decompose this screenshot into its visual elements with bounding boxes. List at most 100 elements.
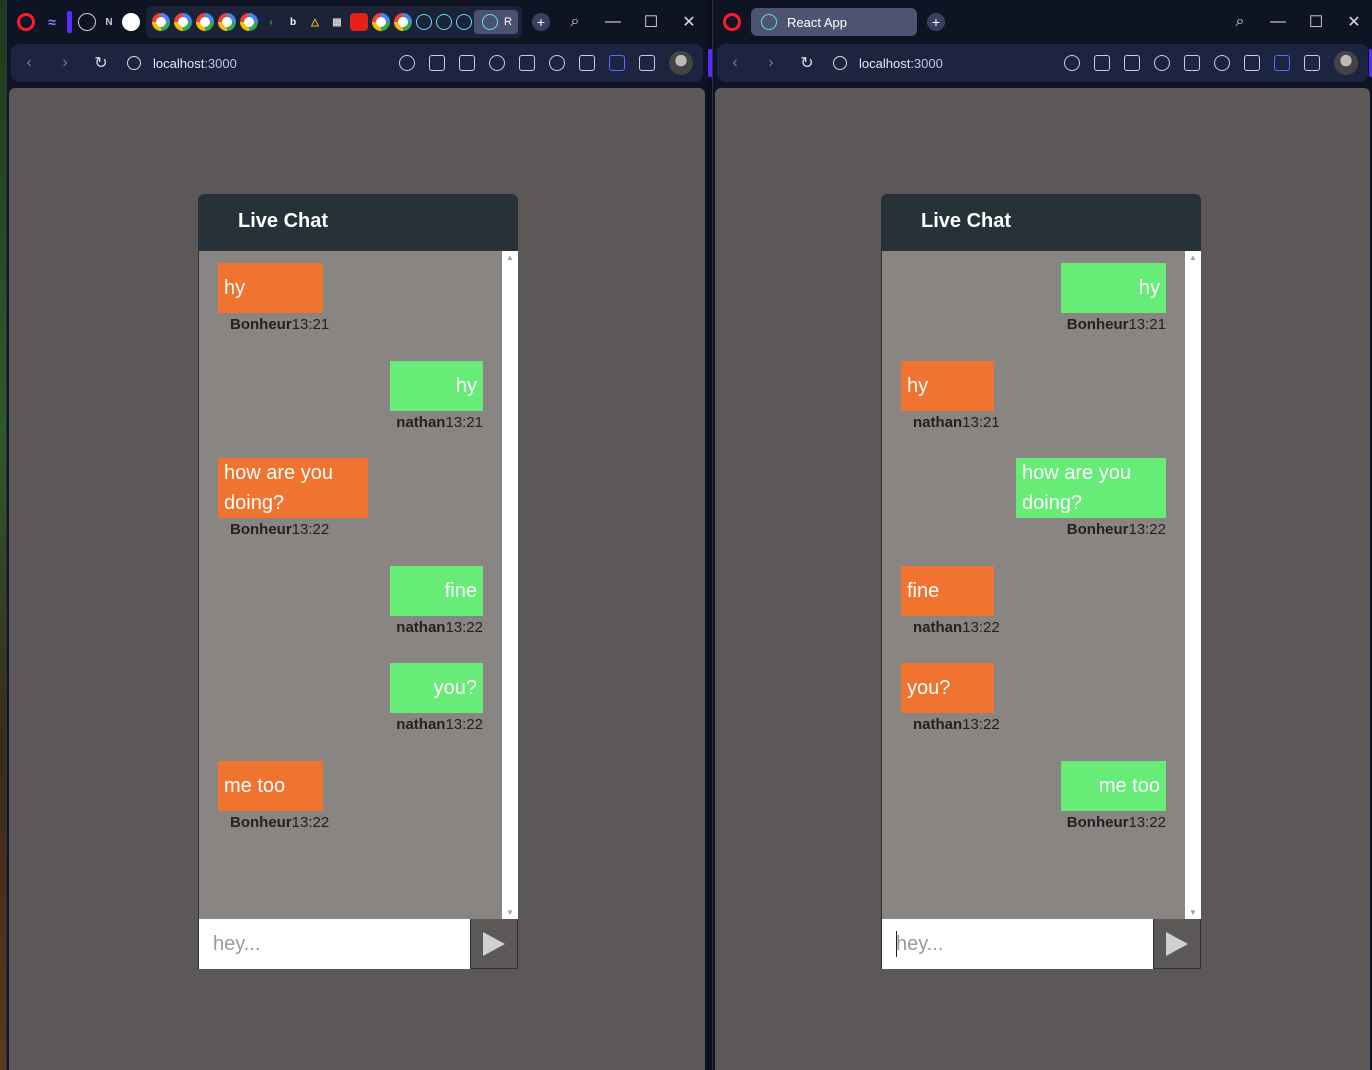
chat-body[interactable]: hy Bonheur13:21 hy nathan13:21 how are y… bbox=[881, 251, 1201, 919]
back-button[interactable]: ‹ bbox=[11, 54, 47, 72]
zoom-icon[interactable] bbox=[399, 55, 415, 71]
sidebar-icon[interactable] bbox=[609, 55, 625, 71]
scroll-down-icon[interactable]: ▼ bbox=[506, 908, 514, 917]
active-tab[interactable]: R bbox=[474, 10, 518, 34]
send-icon[interactable] bbox=[1184, 55, 1200, 71]
react-tab-icon[interactable] bbox=[436, 14, 452, 30]
react-tab-icon[interactable] bbox=[456, 14, 472, 30]
new-tab-button[interactable]: + bbox=[531, 13, 550, 31]
google-tab-icon[interactable] bbox=[196, 13, 214, 31]
message-author: Bonheur bbox=[1066, 521, 1129, 538]
page-viewport: Live Chat hy Bonheur13:21 hy nathan13:21… bbox=[9, 88, 705, 1070]
chat-scrollbar[interactable]: ▲ ▼ bbox=[1185, 251, 1201, 919]
close-button[interactable]: ✕ bbox=[681, 12, 697, 32]
maximize-button[interactable]: ☐ bbox=[643, 12, 659, 32]
notion-tab-icon[interactable]: N bbox=[100, 13, 118, 31]
message-input[interactable] bbox=[882, 919, 1154, 969]
maximize-button[interactable]: ☐ bbox=[1308, 12, 1324, 32]
zoom-icon[interactable] bbox=[1064, 55, 1080, 71]
chat-body[interactable]: hy Bonheur13:21 hy nathan13:21 how are y… bbox=[198, 251, 518, 919]
address-bar: ‹ › ↻ localhost:3000 bbox=[11, 44, 713, 82]
edit-icon[interactable] bbox=[1094, 55, 1110, 71]
message-time: 13:21 bbox=[1128, 316, 1166, 333]
forward-button[interactable]: › bbox=[753, 54, 789, 72]
message-author: Bonheur bbox=[1066, 316, 1129, 333]
google-tab-icon[interactable] bbox=[218, 13, 236, 31]
react-tab-icon[interactable] bbox=[416, 14, 432, 30]
message-item: fine nathan13:22 bbox=[901, 566, 1000, 636]
send-icon[interactable] bbox=[519, 55, 535, 71]
chat-scrollbar[interactable]: ▲ ▼ bbox=[502, 251, 518, 919]
download-icon[interactable] bbox=[1244, 55, 1260, 71]
message-bubble: me too bbox=[218, 761, 323, 811]
bold-b-tab-icon[interactable]: b bbox=[284, 13, 302, 31]
bird-icon[interactable]: ≈ bbox=[43, 13, 61, 31]
settings-icon[interactable] bbox=[1304, 55, 1320, 71]
chatgpt-tab-icon[interactable] bbox=[78, 13, 96, 31]
google-tab-icon[interactable] bbox=[240, 13, 258, 31]
tab-react-app[interactable]: React App bbox=[751, 8, 917, 36]
message-time: 13:22 bbox=[445, 619, 483, 636]
shield-icon[interactable] bbox=[489, 55, 505, 71]
grid-tab-icon[interactable]: ▦ bbox=[328, 13, 346, 31]
profile-avatar[interactable] bbox=[669, 51, 693, 75]
message-meta: Bonheur13:21 bbox=[1061, 316, 1166, 333]
code-tab-icon[interactable]: ‹ bbox=[262, 13, 280, 31]
scroll-down-icon[interactable]: ▼ bbox=[1189, 908, 1197, 917]
reload-button[interactable]: ↻ bbox=[789, 53, 825, 73]
heart-icon[interactable] bbox=[549, 55, 565, 71]
google-tab-icon[interactable] bbox=[174, 13, 192, 31]
message-meta: nathan13:22 bbox=[390, 619, 483, 636]
back-button[interactable]: ‹ bbox=[717, 54, 753, 72]
edit-icon[interactable] bbox=[429, 55, 445, 71]
youtube-tab-icon[interactable] bbox=[350, 13, 368, 31]
message-meta: Bonheur13:22 bbox=[218, 521, 368, 538]
message-input[interactable] bbox=[199, 919, 471, 969]
download-icon[interactable] bbox=[579, 55, 595, 71]
google-tab-icon[interactable] bbox=[372, 13, 390, 31]
search-tabs-icon[interactable]: ⌕ bbox=[567, 13, 583, 31]
forward-button[interactable]: › bbox=[47, 54, 83, 72]
minimize-button[interactable]: — bbox=[605, 13, 621, 31]
close-button[interactable]: ✕ bbox=[1346, 12, 1362, 32]
new-tab-button[interactable]: + bbox=[927, 13, 945, 31]
sidebar-icon[interactable] bbox=[1274, 55, 1290, 71]
camera-icon[interactable] bbox=[1124, 55, 1140, 71]
message-bubble: hy bbox=[1061, 263, 1166, 313]
message-author: nathan bbox=[396, 619, 446, 636]
scroll-up-icon[interactable]: ▲ bbox=[1189, 253, 1197, 262]
url-host: localhost bbox=[153, 55, 205, 71]
google-tab-icon[interactable] bbox=[394, 13, 412, 31]
reload-button[interactable]: ↻ bbox=[83, 53, 119, 73]
opera-logo-icon[interactable] bbox=[17, 13, 35, 31]
chat-header: Live Chat bbox=[198, 194, 518, 251]
text-caret bbox=[896, 931, 897, 957]
url-field[interactable]: localhost:3000 bbox=[859, 56, 943, 71]
message-time: 13:22 bbox=[291, 521, 330, 538]
message-time: 13:22 bbox=[962, 716, 1000, 733]
message-item: fine nathan13:22 bbox=[390, 566, 483, 636]
profile-avatar[interactable] bbox=[1334, 51, 1358, 75]
send-button[interactable] bbox=[1154, 919, 1200, 968]
opera-logo-icon[interactable] bbox=[723, 13, 741, 31]
settings-icon[interactable] bbox=[639, 55, 655, 71]
message-bubble: fine bbox=[901, 566, 994, 616]
google-tab-icon[interactable] bbox=[152, 13, 170, 31]
send-button[interactable] bbox=[471, 919, 517, 968]
message-author: nathan bbox=[396, 414, 446, 431]
github-tab-icon[interactable] bbox=[122, 13, 140, 31]
url-field[interactable]: localhost:3000 bbox=[153, 56, 237, 71]
camera-icon[interactable] bbox=[459, 55, 475, 71]
message-author: Bonheur bbox=[230, 521, 292, 538]
heart-icon[interactable] bbox=[1214, 55, 1230, 71]
message-time: 13:21 bbox=[445, 414, 483, 431]
drive-tab-icon[interactable]: △ bbox=[306, 13, 324, 31]
message-bubble: fine bbox=[390, 566, 483, 616]
message-bubble: me too bbox=[1061, 761, 1166, 811]
scroll-up-icon[interactable]: ▲ bbox=[506, 253, 514, 262]
search-tabs-icon[interactable]: ⌕ bbox=[1232, 13, 1248, 31]
shield-icon[interactable] bbox=[1154, 55, 1170, 71]
minimize-button[interactable]: — bbox=[1270, 13, 1286, 31]
message-item: hy Bonheur13:21 bbox=[1061, 263, 1166, 333]
tab-group: ‹ b △ ▦ R bbox=[146, 6, 522, 38]
